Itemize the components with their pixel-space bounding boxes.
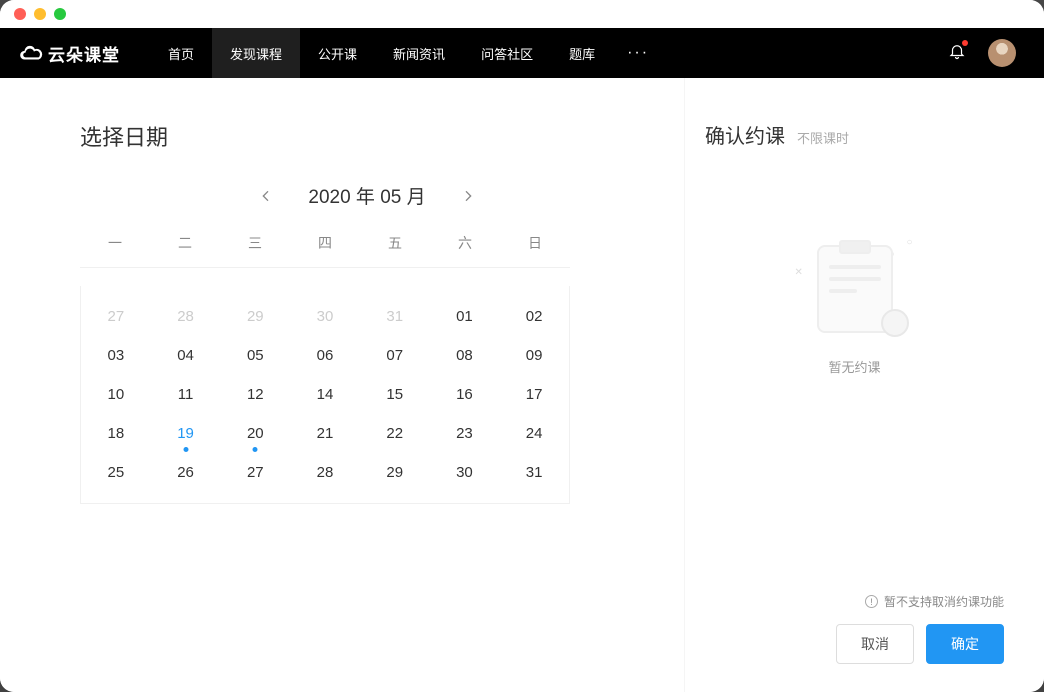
date-panel: 选择日期 2020 年 05 月 一二三四五六日 272829303101020… <box>0 78 684 692</box>
calendar-day[interactable]: 23 <box>430 425 500 442</box>
footer-note: ! 暂不支持取消约课功能 <box>705 593 1004 610</box>
empty-text: 暂无约课 <box>828 357 880 376</box>
confirm-subtitle: 不限课时 <box>797 128 849 147</box>
avatar[interactable] <box>988 39 1016 67</box>
calendar-day[interactable]: 09 <box>499 347 569 364</box>
app-window: 云朵课堂 首页发现课程公开课新闻资讯问答社区题库 ··· 选择日期 2020 年… <box>0 0 1044 692</box>
content: 选择日期 2020 年 05 月 一二三四五六日 272829303101020… <box>0 78 1044 692</box>
calendar-day[interactable]: 02 <box>499 308 569 325</box>
weekday-label: 二 <box>150 233 220 253</box>
titlebar <box>0 0 1044 28</box>
calendar-day[interactable]: 29 <box>220 308 290 325</box>
calendar-day[interactable]: 15 <box>360 386 430 403</box>
calendar-day[interactable]: 30 <box>290 308 360 325</box>
notification-dot <box>962 40 968 46</box>
calendar-day[interactable]: 27 <box>220 464 290 481</box>
calendar-day[interactable]: 12 <box>220 386 290 403</box>
minimize-window[interactable] <box>34 8 46 20</box>
calendar-day[interactable]: 24 <box>499 425 569 442</box>
weekday-label: 日 <box>500 233 570 253</box>
calendar-day[interactable]: 16 <box>430 386 500 403</box>
calendar-day[interactable]: 04 <box>151 347 221 364</box>
calendar-day[interactable]: 17 <box>499 386 569 403</box>
chevron-left-icon[interactable] <box>258 188 274 204</box>
calendar-day[interactable]: 06 <box>290 347 360 364</box>
confirm-title: 确认约课 <box>705 120 785 149</box>
weekday-row: 一二三四五六日 <box>80 233 570 268</box>
calendar-day[interactable]: 21 <box>290 425 360 442</box>
confirm-header: 确认约课 不限课时 <box>705 120 1004 149</box>
empty-state: ✕ ○ ○ 暂无约课 <box>705 209 1004 593</box>
nav-item[interactable]: 首页 <box>150 28 212 78</box>
calendar-day[interactable]: 31 <box>360 308 430 325</box>
calendar-day[interactable]: 28 <box>290 464 360 481</box>
nav-item[interactable]: 题库 <box>551 28 613 78</box>
cloud-icon <box>18 40 44 66</box>
calendar-day[interactable]: 28 <box>151 308 221 325</box>
calendar-day[interactable]: 30 <box>430 464 500 481</box>
days-grid: 2728293031010203040506070809101112141516… <box>80 286 570 504</box>
calendar-day[interactable]: 26 <box>151 464 221 481</box>
cancel-button[interactable]: 取消 <box>836 624 914 664</box>
weekday-label: 四 <box>290 233 360 253</box>
calendar-day[interactable]: 20 <box>220 425 290 442</box>
month-label: 2020 年 05 月 <box>308 182 425 209</box>
calendar-day[interactable]: 31 <box>499 464 569 481</box>
confirm-panel: 确认约课 不限课时 ✕ ○ ○ 暂无约课 ! <box>684 78 1044 692</box>
calendar-day[interactable]: 19 <box>151 425 221 442</box>
calendar-day[interactable]: 22 <box>360 425 430 442</box>
action-buttons: 取消 确定 <box>705 624 1004 664</box>
notifications-button[interactable] <box>948 42 966 65</box>
calendar-day[interactable]: 29 <box>360 464 430 481</box>
calendar-day[interactable]: 03 <box>81 347 151 364</box>
note-text: 暂不支持取消约课功能 <box>884 593 1004 610</box>
calendar-day[interactable]: 25 <box>81 464 151 481</box>
calendar-day[interactable]: 01 <box>430 308 500 325</box>
page-title: 选择日期 <box>80 120 654 152</box>
empty-illustration-icon: ✕ ○ ○ <box>795 239 915 339</box>
logo-brand: 云朵课堂 <box>48 41 120 66</box>
weekday-label: 三 <box>220 233 290 253</box>
calendar-header: 2020 年 05 月 <box>80 182 654 209</box>
calendar: 一二三四五六日 27282930310102030405060708091011… <box>80 233 570 504</box>
logo[interactable]: 云朵课堂 <box>18 40 120 66</box>
calendar-day[interactable]: 18 <box>81 425 151 442</box>
weekday-label: 一 <box>80 233 150 253</box>
weekday-label: 六 <box>430 233 500 253</box>
close-window[interactable] <box>14 8 26 20</box>
nav-item[interactable]: 新闻资讯 <box>375 28 463 78</box>
nav-item[interactable]: 公开课 <box>300 28 375 78</box>
nav-item[interactable]: 问答社区 <box>463 28 551 78</box>
chevron-right-icon[interactable] <box>460 188 476 204</box>
top-nav: 云朵课堂 首页发现课程公开课新闻资讯问答社区题库 ··· <box>0 28 1044 78</box>
nav-item[interactable]: 发现课程 <box>212 28 300 78</box>
nav-more[interactable]: ··· <box>613 44 663 62</box>
calendar-day[interactable]: 27 <box>81 308 151 325</box>
weekday-label: 五 <box>360 233 430 253</box>
calendar-day[interactable]: 14 <box>290 386 360 403</box>
calendar-day[interactable]: 08 <box>430 347 500 364</box>
info-icon: ! <box>865 595 878 608</box>
confirm-button[interactable]: 确定 <box>926 624 1004 664</box>
calendar-day[interactable]: 10 <box>81 386 151 403</box>
nav-items: 首页发现课程公开课新闻资讯问答社区题库 <box>150 28 613 78</box>
maximize-window[interactable] <box>54 8 66 20</box>
calendar-day[interactable]: 11 <box>151 386 221 403</box>
calendar-day[interactable]: 07 <box>360 347 430 364</box>
calendar-day[interactable]: 05 <box>220 347 290 364</box>
